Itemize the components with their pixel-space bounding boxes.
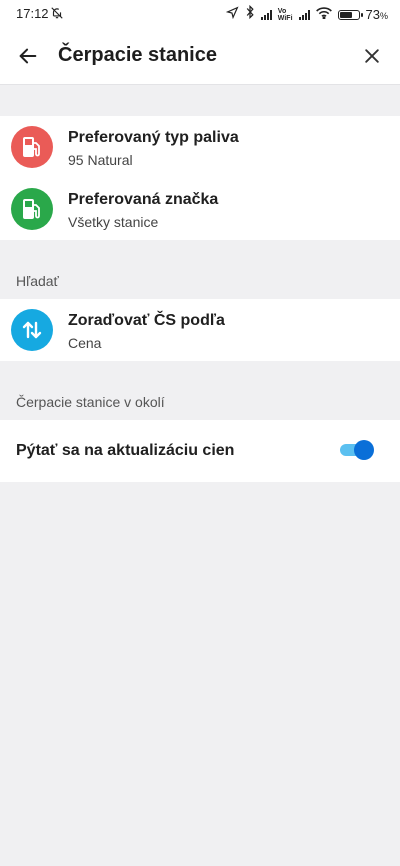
price-update-toggle[interactable]: [340, 440, 374, 460]
brand-title: Preferovaná značka: [68, 191, 219, 208]
battery-percent-suffix: %: [379, 11, 388, 21]
app-header: Čerpacie stanice: [0, 28, 400, 85]
vowifi-top-text: Vo: [277, 7, 287, 15]
price-update-label: Pýtať sa na aktualizáciu cien: [16, 442, 235, 459]
close-button[interactable]: [354, 38, 390, 74]
fuel-pump-icon: [11, 188, 53, 230]
bluetooth-icon: [245, 4, 255, 24]
status-icons: Vo WiFi 73%: [225, 4, 388, 24]
back-button[interactable]: [10, 38, 46, 74]
wifi-icon: [315, 6, 332, 24]
status-bar: 17:12 Vo WiFi 73%: [0, 0, 400, 28]
toggle-knob: [354, 440, 374, 460]
sort-title: Zoraďovať ČS podľa: [68, 312, 225, 329]
fuel-type-title: Preferovaný typ paliva: [68, 129, 239, 146]
list-item-sort[interactable]: Zoraďovať ČS podľa Cena: [0, 299, 400, 361]
sort-value: Cena: [68, 335, 102, 351]
battery-percent: 73%: [366, 7, 388, 22]
status-time: 17:12: [16, 6, 49, 21]
location-icon: [225, 5, 239, 24]
search-card: Zoraďovať ČS podľa Cena: [0, 299, 400, 361]
nearby-card: Pýtať sa na aktualizáciu cien: [0, 420, 400, 482]
battery-icon: [337, 9, 363, 20]
arrow-back-icon: [19, 48, 37, 64]
notifications-muted-icon: [50, 6, 64, 25]
preferences-card: Preferovaný typ paliva 95 Natural Prefer…: [0, 116, 400, 240]
price-update-setting: Pýtať sa na aktualizáciu cien: [0, 420, 400, 482]
fuel-pump-icon: [11, 126, 53, 168]
sort-arrows-icon: [11, 309, 53, 351]
close-icon: [365, 49, 379, 63]
brand-value: Všetky stanice: [68, 214, 159, 230]
signal-icon-2: [298, 9, 310, 20]
vowifi-bottom-text: WiFi: [277, 14, 293, 22]
section-label-search: Hľadať: [16, 273, 59, 289]
page-title: Čerpacie stanice: [58, 44, 217, 66]
fuel-type-value: 95 Natural: [68, 152, 133, 168]
section-label-nearby: Čerpacie stanice v okolí: [16, 394, 165, 410]
battery-percent-value: 73: [365, 7, 380, 22]
vowifi-indicator: Vo WiFi: [278, 8, 293, 22]
signal-icon: [260, 9, 272, 20]
list-item-brand[interactable]: Preferovaná značka Všetky stanice: [0, 178, 400, 240]
battery-fill: [339, 11, 352, 18]
list-item-fuel-type[interactable]: Preferovaný typ paliva 95 Natural: [0, 116, 400, 178]
